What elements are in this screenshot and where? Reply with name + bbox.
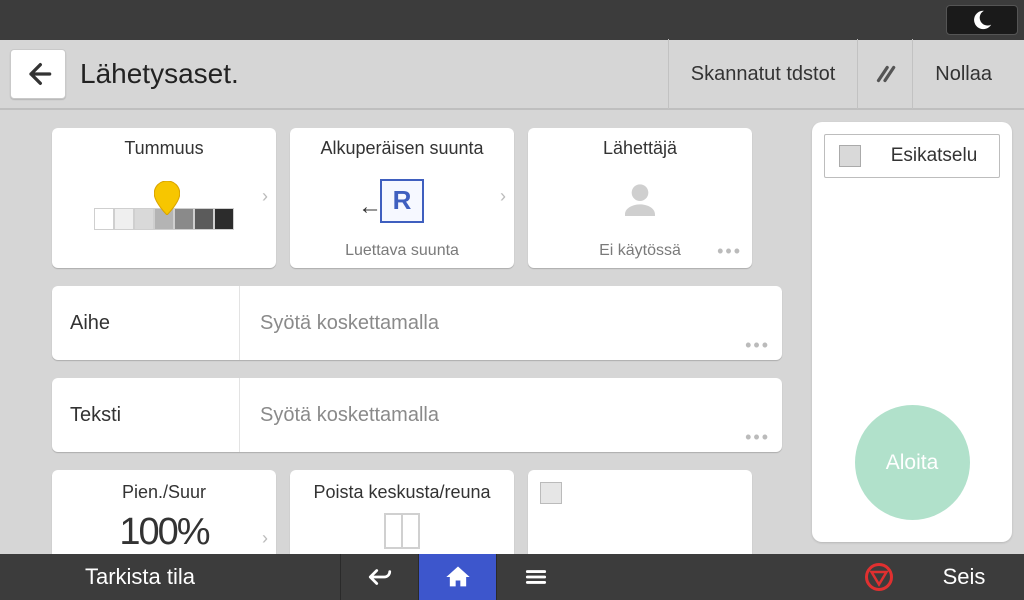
home-icon bbox=[444, 563, 472, 591]
back-arrow-icon bbox=[365, 564, 395, 590]
nav-back-button[interactable] bbox=[340, 554, 418, 600]
orientation-icon: ← R bbox=[380, 179, 424, 223]
double-slash-icon bbox=[872, 61, 898, 87]
main-content: Tummuus › Alkuperäisen suunta bbox=[0, 110, 800, 554]
menu-icon bbox=[523, 564, 549, 590]
nav-home-button[interactable] bbox=[418, 554, 496, 600]
chevron-right-icon: › bbox=[262, 186, 268, 207]
zoom-title: Pien./Suur bbox=[122, 482, 206, 503]
page-title: Lähetysaset. bbox=[80, 58, 668, 90]
start-label: Aloita bbox=[886, 451, 939, 475]
preview-checkbox[interactable] bbox=[839, 145, 861, 167]
sender-sub: Ei käytössä bbox=[599, 242, 681, 260]
density-title: Tummuus bbox=[124, 138, 203, 159]
subject-row[interactable]: Aihe Syötä koskettamalla ••• bbox=[52, 286, 782, 360]
density-swatches bbox=[94, 208, 234, 230]
nav-stop-icon-button[interactable] bbox=[854, 554, 904, 600]
density-tile[interactable]: Tummuus › bbox=[52, 128, 276, 268]
more-icon[interactable]: ••• bbox=[745, 335, 770, 356]
erase-title: Poista keskusta/reuna bbox=[313, 482, 490, 503]
header: Lähetysaset. Skannatut tdstot Nollaa bbox=[0, 40, 1024, 110]
orientation-sub: Luettava suunta bbox=[345, 242, 459, 260]
moon-icon bbox=[971, 9, 993, 31]
erase-tile[interactable]: Poista keskusta/reuna bbox=[290, 470, 514, 554]
header-actions: Skannatut tdstot Nollaa bbox=[668, 39, 1014, 109]
zoom-value: 100% bbox=[119, 511, 208, 554]
arrow-left-icon bbox=[24, 60, 52, 88]
back-button[interactable] bbox=[10, 49, 66, 99]
person-icon bbox=[620, 181, 660, 221]
subject-value: Syötä koskettamalla bbox=[240, 312, 439, 335]
erase-center-edge-icon bbox=[384, 513, 420, 549]
check-status-button[interactable]: Tarkista tila bbox=[0, 554, 280, 600]
text-value: Syötä koskettamalla bbox=[240, 404, 439, 427]
text-label: Teksti bbox=[52, 378, 240, 452]
status-bar bbox=[0, 0, 1024, 40]
orientation-tile[interactable]: Alkuperäisen suunta ← R Luettava suunta … bbox=[290, 128, 514, 268]
scanned-docs-button[interactable]: Skannatut tdstot bbox=[668, 39, 858, 109]
zoom-tile[interactable]: Pien./Suur 100% › bbox=[52, 470, 276, 554]
subject-label: Aihe bbox=[52, 286, 240, 360]
nav-menu-button[interactable] bbox=[496, 554, 574, 600]
orientation-title: Alkuperäisen suunta bbox=[320, 138, 483, 159]
navbar: Tarkista tila Seis bbox=[0, 554, 1024, 600]
preview-toggle[interactable]: Esikatselu bbox=[824, 134, 1000, 178]
sidebar-card: Esikatselu Aloita bbox=[812, 122, 1012, 542]
reset-button[interactable]: Nollaa bbox=[912, 39, 1014, 109]
density-marker-icon bbox=[154, 181, 180, 215]
sidebar: Esikatselu Aloita bbox=[800, 110, 1024, 554]
more-icon[interactable]: ••• bbox=[717, 241, 742, 262]
text-row[interactable]: Teksti Syötä koskettamalla ••• bbox=[52, 378, 782, 452]
arrow-left-small-icon: ← bbox=[358, 193, 382, 221]
sender-tile[interactable]: Lähettäjä Ei käytössä ••• bbox=[528, 128, 752, 268]
stop-icon bbox=[864, 562, 894, 592]
start-button[interactable]: Aloita bbox=[855, 405, 970, 520]
chevron-right-icon: › bbox=[500, 186, 506, 207]
collect-checkbox[interactable] bbox=[540, 482, 562, 504]
sender-title: Lähettäjä bbox=[603, 138, 677, 159]
more-icon[interactable]: ••• bbox=[745, 427, 770, 448]
nav-stop-button[interactable]: Seis bbox=[904, 554, 1024, 600]
chevron-right-icon: › bbox=[262, 528, 268, 549]
reset-icon-button[interactable] bbox=[857, 39, 912, 109]
collect-tile[interactable]: Keräily bbox=[528, 470, 752, 554]
preview-label: Esikatselu bbox=[883, 145, 985, 167]
night-mode-button[interactable] bbox=[946, 5, 1018, 35]
